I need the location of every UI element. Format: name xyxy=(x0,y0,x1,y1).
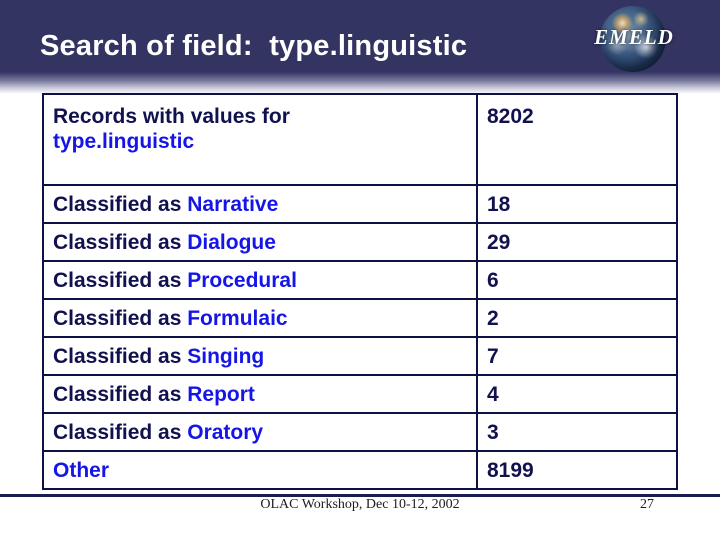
table-row: Classified as Narrative 18 xyxy=(42,184,678,224)
label-prefix: Classified as xyxy=(53,268,188,292)
table-row: Classified as Procedural 6 xyxy=(42,260,678,300)
table-cell-label: Classified as Formulaic xyxy=(42,298,478,338)
table-cell-label: Classified as Singing xyxy=(42,336,478,376)
label-field: Procedural xyxy=(187,268,297,292)
label-field: Singing xyxy=(187,344,265,368)
table-cell-value: 29 xyxy=(476,222,678,262)
table-cell-value: 4 xyxy=(476,374,678,414)
table-cell-label: Classified as Procedural xyxy=(42,260,478,300)
table-cell-label: Records with values for type.linguistic xyxy=(42,93,478,186)
page-title: Search of field: type.linguistic xyxy=(40,30,468,62)
table-cell-value: 3 xyxy=(476,412,678,452)
emeld-wordmark-label: EMELD xyxy=(594,25,674,49)
label-field: Narrative xyxy=(187,192,279,216)
table-row: Classified as Dialogue 29 xyxy=(42,222,678,262)
table-cell-value: 2 xyxy=(476,298,678,338)
search-results-table: Records with values for type.linguistic … xyxy=(42,93,678,490)
table-cell-label: Classified as Oratory xyxy=(42,412,478,452)
label-field: Formulaic xyxy=(187,306,288,330)
table-cell-value: 6 xyxy=(476,260,678,300)
table-cell-value: 8202 xyxy=(476,93,678,186)
label-prefix: Classified as xyxy=(53,382,188,406)
label-field: Report xyxy=(187,382,255,406)
label-prefix: Records with values for xyxy=(53,105,290,128)
footer-note: OLAC Workshop, Dec 10-12, 2002 xyxy=(260,497,460,512)
label-field: Other xyxy=(53,458,110,482)
table-row: Classified as Report 4 xyxy=(42,374,678,414)
table-row: Records with values for type.linguistic … xyxy=(42,93,678,186)
label-prefix: Classified as xyxy=(53,420,188,444)
table-cell-label: Classified as Dialogue xyxy=(42,222,478,262)
emeld-logo: EMELD xyxy=(588,6,680,72)
table-cell-label: Classified as Report xyxy=(42,374,478,414)
table-row: Classified as Formulaic 2 xyxy=(42,298,678,338)
table-row: Classified as Oratory 3 xyxy=(42,412,678,452)
table-cell-label: Other xyxy=(42,450,478,490)
table-cell-value: 7 xyxy=(476,336,678,376)
table-row: Classified as Singing 7 xyxy=(42,336,678,376)
label-prefix: Classified as xyxy=(53,192,188,216)
label-field: Oratory xyxy=(187,420,264,444)
slide-header-gradient xyxy=(0,72,720,94)
table-cell-label: Classified as Narrative xyxy=(42,184,478,224)
label-field: Dialogue xyxy=(187,230,276,254)
table-cell-value: 8199 xyxy=(476,450,678,490)
label-prefix: Classified as xyxy=(53,344,188,368)
table-cell-value: 18 xyxy=(476,184,678,224)
label-field: type.linguistic xyxy=(53,130,195,153)
page-number: 27 xyxy=(640,497,654,512)
table-body: Records with values for type.linguistic … xyxy=(42,93,678,490)
label-prefix: Classified as xyxy=(53,306,188,330)
label-prefix: Classified as xyxy=(53,230,188,254)
table-row: Other 8199 xyxy=(42,450,678,490)
